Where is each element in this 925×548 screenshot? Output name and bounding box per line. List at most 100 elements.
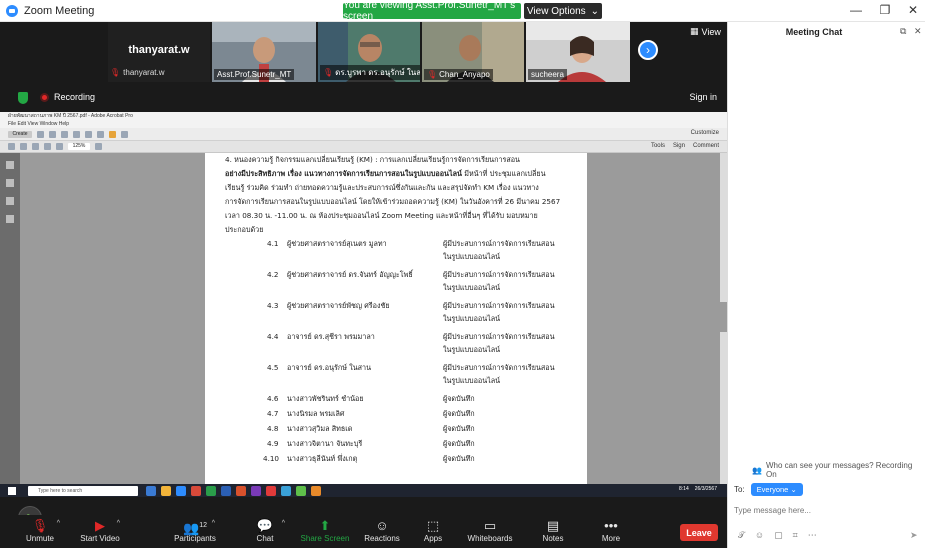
sign-in-link[interactable]: Sign in — [689, 92, 717, 102]
prev-page-icon — [8, 143, 15, 150]
format-icon[interactable]: 𝒯 — [738, 530, 745, 541]
apps-button[interactable]: ⬚ Apps — [403, 518, 463, 543]
hand-icon — [44, 143, 51, 150]
acrobat-tool-icons: Create — [8, 131, 128, 138]
powerpoint-icon — [236, 486, 246, 496]
document-scroll-thumb[interactable] — [720, 302, 727, 332]
chat-label: Chat — [256, 534, 274, 543]
zoom-app-icon — [176, 486, 186, 496]
chat-message-input[interactable] — [734, 502, 920, 518]
share-screen-icon: ⬆ — [319, 518, 331, 533]
notes-label: Notes — [542, 534, 564, 543]
member-name: นางสาวธุลีนันท์ พึ่งเกตุ — [287, 454, 358, 463]
participant-tile[interactable]: 🎙 Chan_Anyapo — [422, 22, 524, 82]
notes-button[interactable]: ▤ Notes — [523, 518, 583, 543]
firefox-icon — [311, 486, 321, 496]
share-screen-button[interactable]: ⬆ Share Screen — [295, 518, 355, 543]
view-button[interactable]: ▦ View — [690, 26, 721, 37]
participant-tile[interactable]: sucheera — [526, 22, 630, 82]
participants-button[interactable]: 👥12 Participants ^ — [165, 518, 225, 543]
mic-muted-icon: 🎙 — [427, 70, 438, 79]
doc-line-2: เรียนรู้ ร่วมคิด ร่วมทำ ถ่ายทอดความรู้แล… — [225, 183, 539, 192]
member-number: 4.9 — [267, 439, 279, 448]
acrobat-toolbar: Create Customize — [0, 128, 727, 141]
shared-screen[interactable]: ฝ่ายพัฒนาสถานภาพ KM ปี 2567.pdf - Adobe … — [0, 112, 727, 497]
doc-bold-title: อย่างมีประสิทธิภาพ เรื่อง แนวทางการจัดกา… — [225, 169, 462, 178]
member-role-2: ในรูปแบบออนไลน์ — [443, 283, 501, 292]
chat-visibility-notice[interactable]: 👥 Who can see your messages? Recording O… — [752, 461, 925, 479]
member-name: อาจารย์ ดร.อนุรักษ์ ในสาน — [287, 363, 371, 372]
chat-button[interactable]: 💬 Chat ^ — [235, 518, 295, 543]
share-screen-label: Share Screen — [300, 534, 350, 543]
pdf-page: 4. หนองความรู้ กิจกรรมแลกเปลี่ยนเรียนรู้… — [205, 153, 587, 497]
emoji-icon[interactable]: ☺ — [755, 530, 764, 541]
video-off-icon: ▶ — [95, 518, 105, 533]
customize-label: Customize — [690, 130, 719, 136]
minimize-button[interactable]: — — [848, 3, 864, 17]
file-icon[interactable]: ▢ — [774, 530, 783, 541]
settings-icon — [85, 131, 92, 138]
viewing-screen-banner: You are viewing Asst.Prof.Sunetr_MT's sc… — [343, 0, 521, 22]
screenshot-icon[interactable]: ⌗ — [793, 530, 798, 541]
caret-up-icon[interactable]: ^ — [117, 520, 120, 527]
restore-button[interactable]: ❐ — [877, 3, 893, 17]
member-name: นางสาวสุวิมล สิทธเด — [287, 424, 353, 433]
whiteboards-button[interactable]: ▭ Whiteboards — [460, 518, 520, 543]
chevron-down-icon: ⌄ — [590, 5, 600, 17]
caret-up-icon[interactable]: ^ — [57, 520, 60, 527]
participants-icon: 👥12 — [183, 520, 207, 536]
send-icon[interactable]: ➤ — [910, 530, 918, 541]
comment-tab: Comment — [692, 143, 719, 149]
unmute-button[interactable]: 🎙 Unmute ^ — [10, 518, 70, 543]
popout-icon[interactable]: ⧉ — [900, 26, 906, 37]
member-role: ผู้จดบันทึก — [443, 409, 475, 418]
chat-recipient-row: To: Everyone ⌄ — [734, 483, 803, 496]
acrobat-nav-toolbar: 125% Tools Sign Comment — [0, 141, 727, 153]
member-role-2: ในรูปแบบออนไลน์ — [443, 376, 501, 385]
member-number: 4.8 — [267, 424, 279, 433]
view-options-button[interactable]: View Options ⌄ — [524, 3, 602, 19]
member-role: ผู้มีประสบการณ์การจัดการเรียนสอน — [443, 239, 555, 248]
caret-up-icon[interactable]: ^ — [282, 520, 285, 527]
self-name: thanyarat.w — [128, 44, 190, 56]
taskbar-date: 26/3/2567 — [694, 486, 717, 492]
meeting-area: thanyarat.w 🎙 thanyarat.w Asst.Prof.Sune… — [0, 22, 727, 530]
mic-muted-icon: 🎙 — [323, 68, 334, 77]
view-label: View — [701, 26, 721, 37]
member-role: ผู้มีประสบการณ์การจัดการเรียนสอน — [443, 270, 555, 279]
participant-name-label: Asst.Prof.Sunetr_MT — [214, 69, 295, 80]
apps-label: Apps — [423, 534, 443, 543]
caret-up-icon[interactable]: ^ — [212, 520, 215, 527]
word-icon — [221, 486, 231, 496]
participant-tile[interactable]: Asst.Prof.Sunetr_MT — [212, 22, 316, 82]
doc-line-1: อย่างมีประสิทธิภาพ เรื่อง แนวทางการจัดกา… — [225, 167, 563, 180]
self-tile-label: 🎙 thanyarat.w — [110, 68, 165, 77]
view-options-label: View Options — [526, 5, 586, 17]
leave-button[interactable]: Leave — [680, 524, 718, 541]
member-number: 4.4 — [267, 332, 279, 341]
member-number: 4.2 — [267, 270, 279, 279]
next-page-arrow-icon[interactable]: › — [638, 40, 658, 60]
more-options-icon[interactable]: ⋯ — [808, 530, 817, 541]
shield-icon[interactable] — [18, 92, 28, 104]
member-role: ผู้จดบันทึก — [443, 439, 475, 448]
participant-name-label: 🎙 ดร.บูรพา ดร.อนุรักษ์ ในสาน — [320, 65, 420, 80]
more-button[interactable]: ••• More — [581, 518, 641, 543]
participant-tile[interactable]: 🎙 ดร.บูรพา ดร.อนุรักษ์ ในสาน — [318, 22, 420, 82]
recipient-value: Everyone — [756, 485, 789, 494]
open-icon — [37, 131, 44, 138]
more-label: More — [601, 534, 621, 543]
participant-name: ดร.บูรพา ดร.อนุรักษ์ ในสาน — [335, 68, 420, 77]
signatures-icon — [6, 215, 14, 223]
participant-name-label: 🎙 Chan_Anyapo — [424, 69, 493, 80]
recipient-dropdown[interactable]: Everyone ⌄ — [750, 483, 803, 496]
member-number: 4.7 — [267, 409, 279, 418]
participant-strip: thanyarat.w 🎙 thanyarat.w Asst.Prof.Sune… — [0, 22, 727, 110]
unmute-label: Unmute — [25, 534, 54, 543]
grid-icon: ▦ — [690, 26, 699, 36]
close-button[interactable]: ✕ — [905, 3, 921, 17]
close-icon[interactable]: ✕ — [914, 26, 922, 37]
start-video-button[interactable]: ▶ Start Video ^ — [70, 518, 130, 543]
taskbar-time: 8:14 — [679, 486, 689, 492]
member-name: ผู้ช่วยศาสตราจารย์พัชญ ศรีองชัย — [287, 301, 390, 310]
